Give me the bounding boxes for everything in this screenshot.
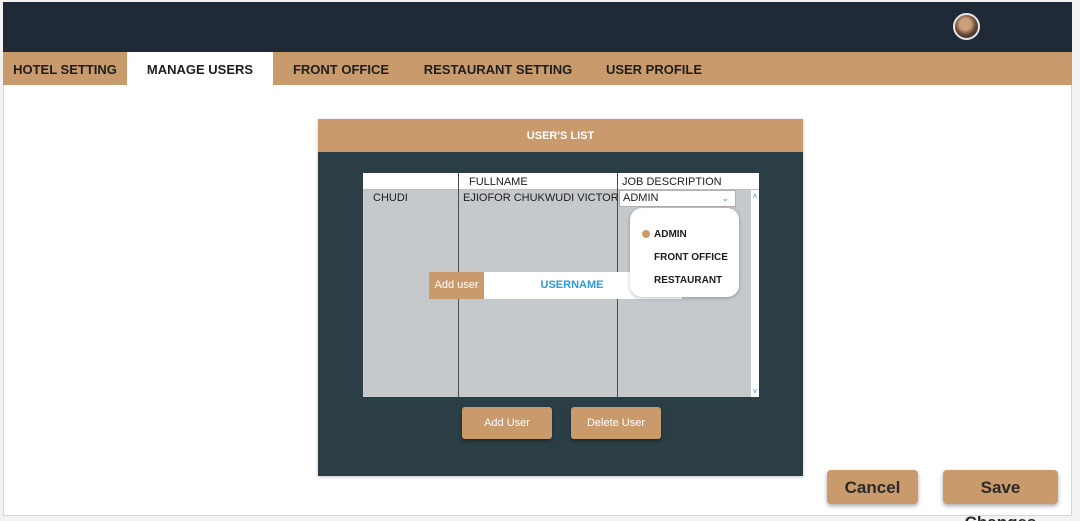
tab-user-profile[interactable]: USER PROFILE (599, 52, 709, 85)
dropdown-option-admin[interactable]: ADMIN (654, 229, 687, 240)
add-user-tag: Add user (429, 272, 484, 299)
column-header-fullname: FULLNAME (469, 176, 528, 188)
scroll-down-icon[interactable]: ˅ (751, 387, 759, 397)
cell-username: CHUDI (373, 192, 408, 204)
job-select-value: ADMIN (623, 192, 659, 204)
cell-fullname: EJIOFOR CHUKWUDI VICTOR (463, 192, 619, 204)
dropdown-option-restaurant[interactable]: RESTAURANT (654, 275, 722, 286)
chevron-down-icon[interactable]: ⌄ (721, 191, 729, 206)
tab-manage-users[interactable]: MANAGE USERS (127, 52, 273, 85)
delete-user-button[interactable]: Delete User (571, 407, 661, 439)
tab-restaurant-setting[interactable]: RESTAURANT SETTING (415, 52, 581, 85)
cancel-button[interactable]: Cancel (827, 470, 918, 504)
main-nav: HOTEL SETTING MANAGE USERS FRONT OFFICE … (3, 52, 1072, 85)
table-scrollbar[interactable]: ˄ ˅ (751, 190, 759, 397)
tab-front-office[interactable]: FRONT OFFICE (281, 52, 401, 85)
job-description-select[interactable]: ADMIN ⌄ (619, 190, 736, 207)
top-bar (3, 2, 1072, 52)
scroll-up-icon[interactable]: ˄ (751, 192, 759, 202)
save-changes-button[interactable]: Save Changes (943, 470, 1058, 521)
selected-dot-icon (642, 230, 650, 238)
column-header-job: JOB DESCRIPTION (622, 176, 722, 188)
user-avatar-icon[interactable] (953, 13, 980, 40)
add-user-button[interactable]: Add User (462, 407, 552, 439)
job-dropdown-menu: ADMIN FRONT OFFICE RESTAURANT (630, 208, 739, 297)
tab-hotel-setting[interactable]: HOTEL SETTING (3, 52, 127, 85)
dropdown-option-front-office[interactable]: FRONT OFFICE (654, 252, 728, 263)
panel-title: USER'S LIST (318, 119, 803, 152)
table-header-row: FULLNAME JOB DESCRIPTION (363, 173, 759, 190)
